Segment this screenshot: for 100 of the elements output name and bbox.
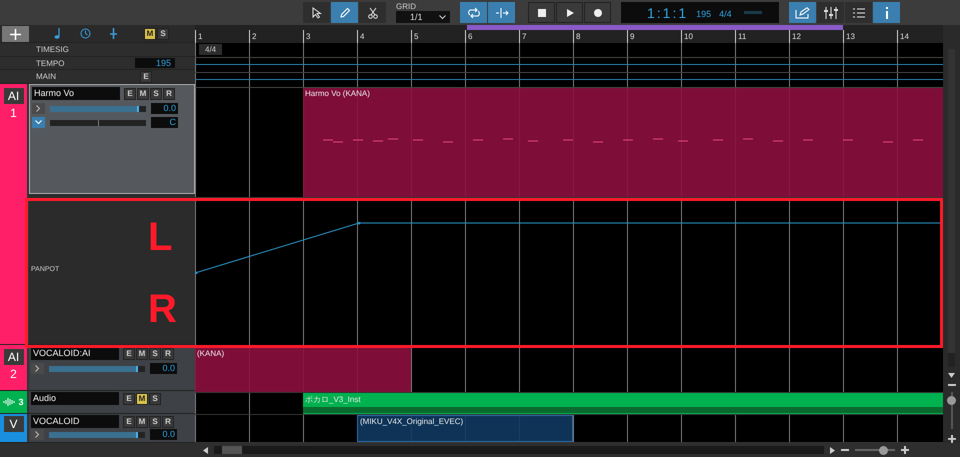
pan-slider[interactable] [50, 120, 146, 126]
control-value[interactable]: 0.0 [150, 363, 177, 374]
track-toggle-button[interactable]: E [124, 88, 136, 100]
clip-label: (MIKU_V4X_Original_EVEC) [360, 417, 464, 426]
clip[interactable]: (KANA) [195, 348, 411, 392]
clip-label: ボカロ_V3_Inst [305, 394, 361, 405]
tempo-readout: 195 [696, 9, 712, 19]
track-name-field[interactable]: VOCALOID [31, 415, 119, 428]
scroll-right-icon[interactable] [830, 446, 835, 454]
horizontal-zoom-thumb[interactable] [879, 446, 888, 455]
plus-icon [10, 28, 21, 40]
expand-button[interactable] [31, 429, 44, 440]
horizontal-scrollbar[interactable] [214, 446, 824, 454]
track-name-field[interactable]: VOCALOID:AI [31, 347, 119, 360]
track-toggle-button[interactable]: R [162, 348, 174, 360]
track-number: 1 [10, 106, 17, 120]
track-header[interactable]: VOCALOID E M S R 0.0 [29, 414, 195, 442]
track-toggle-button[interactable]: S [149, 416, 161, 428]
control-value[interactable]: 0.0 [151, 103, 178, 114]
grid-label: GRID [396, 2, 417, 11]
list-icon [852, 8, 864, 18]
track-toggle-button[interactable]: E [123, 416, 135, 428]
chevron-down-icon [35, 120, 42, 126]
record-button[interactable] [584, 2, 611, 23]
track-toggle-button[interactable]: M [136, 348, 148, 360]
stop-button[interactable] [528, 2, 555, 23]
waveform-icon [3, 398, 16, 406]
clip-label: (KANA) [197, 349, 224, 358]
expand-button[interactable] [32, 117, 45, 128]
clip[interactable]: Harmo Vo (KANA) [303, 88, 943, 197]
track-toggle-button[interactable]: E [123, 392, 135, 405]
time-signature-marker[interactable]: 4/4 [199, 44, 222, 55]
loop-button[interactable] [460, 2, 487, 23]
punch-button[interactable] [488, 2, 515, 23]
position-readout: 1:1:1 [647, 4, 688, 20]
clip[interactable]: (MIKU_V4X_Original_EVEC) [357, 415, 573, 442]
loop-icon [466, 6, 480, 18]
vertical-zoom-thumb[interactable] [946, 396, 956, 406]
level-meter [744, 11, 762, 14]
list-view-button[interactable] [845, 2, 872, 23]
scissors-tool-button[interactable] [359, 2, 386, 23]
mixer-view-button[interactable] [817, 2, 844, 23]
track-toggle-button[interactable]: S [149, 348, 161, 360]
info-view-button[interactable] [873, 2, 900, 23]
chevron-right-icon [35, 365, 40, 372]
track-toggle-button[interactable]: M [137, 88, 149, 100]
track-header[interactable]: VOCALOID:AI E M S R 0.0 [29, 345, 195, 390]
stop-icon [538, 8, 546, 16]
mixer-icon [824, 6, 838, 18]
chevron-right-icon [35, 431, 40, 438]
play-icon [566, 8, 574, 16]
record-icon [594, 8, 602, 16]
tempo-value[interactable]: 195 [135, 58, 175, 68]
play-button[interactable] [556, 2, 583, 23]
master-track-label: TEMPO [36, 58, 66, 68]
edit-button[interactable]: E [140, 70, 152, 83]
annotation-letter: R [148, 287, 177, 331]
editor-view-button[interactable] [789, 2, 816, 23]
solo-button[interactable]: S [157, 28, 169, 40]
chevron-right-icon [36, 105, 41, 112]
time-signature-readout: 4/4 [719, 9, 732, 19]
control-value[interactable]: 0.0 [150, 429, 177, 440]
edit-icon [794, 6, 810, 18]
note-icon[interactable] [54, 28, 62, 39]
zoom-in-icon[interactable] [948, 435, 956, 443]
track-number: 3 [18, 397, 24, 408]
track-header[interactable]: Audio E M S [29, 391, 195, 414]
info-icon [884, 6, 888, 18]
select-tool-button[interactable] [303, 2, 330, 23]
track-number: 2 [10, 367, 17, 382]
master-track-label: MAIN [36, 72, 57, 82]
mute-button[interactable]: M [144, 28, 156, 40]
track-type-badge: AI [4, 88, 24, 104]
master-track-label: TIMESIG [36, 44, 70, 54]
track-toggle-button[interactable]: R [163, 88, 175, 100]
track-name-field[interactable]: Harmo Vo [32, 87, 120, 100]
track-header[interactable]: Harmo Vo E M S R 0.0 C [29, 84, 195, 194]
track-toggle-button[interactable]: S [150, 88, 162, 100]
fader-icon[interactable] [109, 28, 118, 39]
track-toggle-button[interactable]: E [123, 348, 135, 360]
annotation-letter: L [148, 215, 172, 259]
cursor-icon [310, 6, 322, 18]
scissors-icon [366, 6, 378, 18]
zoom-out-icon[interactable] [948, 384, 956, 386]
track-toggle-button[interactable]: R [162, 416, 174, 428]
zoom-in-icon[interactable] [901, 446, 909, 454]
scroll-left-icon[interactable] [203, 446, 208, 454]
insert-arrow-icon [494, 6, 508, 18]
caret-icon [439, 14, 446, 20]
track-toggle-button[interactable]: S [149, 392, 161, 405]
clock-icon[interactable] [80, 28, 91, 39]
expand-button[interactable] [32, 103, 45, 114]
expand-button[interactable] [31, 363, 44, 374]
track-name-field[interactable]: Audio [31, 392, 119, 406]
track-toggle-button[interactable]: M [136, 392, 148, 405]
track-toggle-button[interactable]: M [136, 416, 148, 428]
grid-dropdown[interactable]: 1/1 [396, 11, 450, 23]
scroll-down-icon[interactable] [948, 373, 955, 378]
pencil-tool-button[interactable] [331, 2, 358, 23]
control-value[interactable]: C [151, 117, 178, 128]
